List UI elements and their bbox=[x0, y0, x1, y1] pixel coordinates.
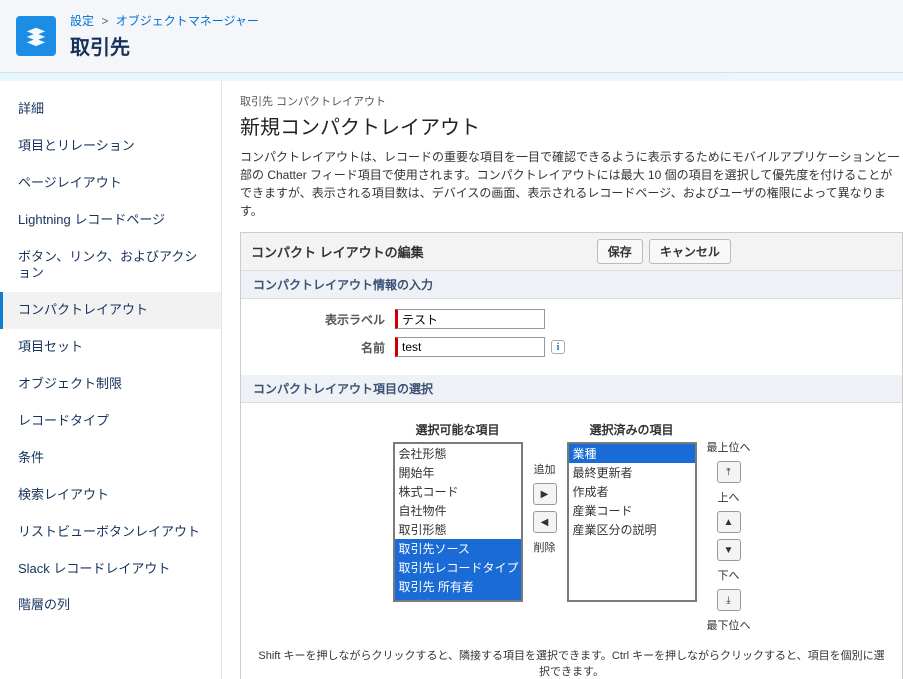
available-option[interactable]: 株式コード bbox=[395, 482, 521, 501]
up-label: 上へ bbox=[718, 489, 740, 505]
save-button-top[interactable]: 保存 bbox=[597, 239, 643, 264]
sidebar-item-search-layouts[interactable]: 検索レイアウト bbox=[0, 477, 221, 514]
available-list[interactable]: 会社形態開始年株式コード自社物件取引形態取引先ソース取引先レコードタイプ取引先 … bbox=[393, 442, 523, 602]
sidebar-item-slack-layout[interactable]: Slack レコードレイアウト bbox=[0, 551, 221, 588]
selected-title: 選択済みの項目 bbox=[589, 421, 673, 438]
available-title: 選択可能な項目 bbox=[415, 421, 499, 438]
selected-option[interactable]: 産業コード bbox=[569, 501, 695, 520]
top-label: 最上位へ bbox=[707, 439, 751, 455]
page-title: 新規コンパクトレイアウト bbox=[240, 111, 903, 140]
breadcrumb-object-manager[interactable]: オブジェクトマネージャー bbox=[116, 14, 259, 28]
sidebar-item-object-limits[interactable]: オブジェクト制限 bbox=[0, 366, 221, 403]
remove-button[interactable]: ◀ bbox=[533, 511, 557, 533]
selected-option[interactable]: 業種 bbox=[569, 444, 695, 463]
page-header: 設定 > オブジェクトマネージャー 取引先 bbox=[0, 0, 903, 73]
section-fields-header: コンパクトレイアウト項目の選択 bbox=[241, 375, 902, 403]
sidebar-item-field-sets[interactable]: 項目セット bbox=[0, 329, 221, 366]
object-icon bbox=[16, 16, 56, 56]
sidebar: 詳細 項目とリレーション ページレイアウト Lightning レコードページ … bbox=[0, 81, 222, 679]
name-input[interactable] bbox=[395, 337, 545, 357]
down-label: 下へ bbox=[718, 567, 740, 583]
available-option[interactable]: 取引先 所有者 bbox=[395, 577, 521, 596]
panel-title: コンパクト レイアウトの編集 bbox=[251, 242, 424, 261]
sidebar-item-hierarchy[interactable]: 階層の列 bbox=[0, 587, 221, 624]
sidebar-item-lightning-pages[interactable]: Lightning レコードページ bbox=[0, 202, 221, 239]
bottom-label: 最下位へ bbox=[707, 617, 751, 633]
available-option[interactable]: 取引形態 bbox=[395, 520, 521, 539]
selected-option[interactable]: 最終更新者 bbox=[569, 463, 695, 482]
available-option[interactable]: 取引先番号 bbox=[395, 596, 521, 602]
available-option[interactable]: 取引先ソース bbox=[395, 539, 521, 558]
main-content: 取引先 コンパクトレイアウト 新規コンパクトレイアウト コンパクトレイアウトは、… bbox=[222, 81, 903, 679]
available-option[interactable]: 会社形態 bbox=[395, 444, 521, 463]
sidebar-item-compact-layouts[interactable]: コンパクトレイアウト bbox=[0, 292, 221, 329]
remove-label: 削除 bbox=[534, 539, 556, 555]
page-context: 取引先 コンパクトレイアウト bbox=[240, 93, 903, 109]
cancel-button-top[interactable]: キャンセル bbox=[649, 239, 731, 264]
sidebar-item-conditions[interactable]: 条件 bbox=[0, 440, 221, 477]
available-option[interactable]: 自社物件 bbox=[395, 501, 521, 520]
label-input[interactable] bbox=[395, 309, 545, 329]
edit-panel: コンパクト レイアウトの編集 保存 キャンセル コンパクトレイアウト情報の入力 … bbox=[240, 232, 903, 679]
move-bottom-button[interactable]: ⤓ bbox=[717, 589, 741, 611]
move-top-button[interactable]: ⤒ bbox=[717, 461, 741, 483]
breadcrumb: 設定 > オブジェクトマネージャー bbox=[70, 12, 259, 29]
sidebar-item-fields[interactable]: 項目とリレーション bbox=[0, 128, 221, 165]
section-info-header: コンパクトレイアウト情報の入力 bbox=[241, 271, 902, 299]
add-button[interactable]: ▶ bbox=[533, 483, 557, 505]
sidebar-item-page-layouts[interactable]: ページレイアウト bbox=[0, 165, 221, 202]
object-title: 取引先 bbox=[70, 31, 259, 60]
page-description: コンパクトレイアウトは、レコードの重要な項目を一目で確認できるように表示するため… bbox=[240, 148, 903, 220]
available-option[interactable]: 取引先レコードタイプ bbox=[395, 558, 521, 577]
dueling-picklist: 選択可能な項目 会社形態開始年株式コード自社物件取引形態取引先ソース取引先レコー… bbox=[255, 413, 888, 641]
name-field-label: 名前 bbox=[255, 339, 395, 356]
hint-text: Shift キーを押しながらクリックすると、隣接する項目を選択できます。Ctrl… bbox=[255, 647, 888, 679]
selected-list[interactable]: 業種最終更新者作成者産業コード産業区分の説明 bbox=[567, 442, 697, 602]
info-icon[interactable]: i bbox=[551, 340, 565, 354]
available-option[interactable]: 開始年 bbox=[395, 463, 521, 482]
sidebar-item-buttons-links[interactable]: ボタン、リンク、およびアクション bbox=[0, 239, 221, 293]
move-up-button[interactable]: ▲ bbox=[717, 511, 741, 533]
breadcrumb-setup[interactable]: 設定 bbox=[70, 14, 94, 28]
add-label: 追加 bbox=[534, 461, 556, 477]
sidebar-item-listview-buttons[interactable]: リストビューボタンレイアウト bbox=[0, 514, 221, 551]
move-down-button[interactable]: ▼ bbox=[717, 539, 741, 561]
sidebar-item-record-types[interactable]: レコードタイプ bbox=[0, 403, 221, 440]
label-field-label: 表示ラベル bbox=[255, 311, 395, 328]
decorative-ribbon bbox=[0, 73, 903, 81]
sidebar-item-detail[interactable]: 詳細 bbox=[0, 91, 221, 128]
selected-option[interactable]: 産業区分の説明 bbox=[569, 520, 695, 539]
selected-option[interactable]: 作成者 bbox=[569, 482, 695, 501]
